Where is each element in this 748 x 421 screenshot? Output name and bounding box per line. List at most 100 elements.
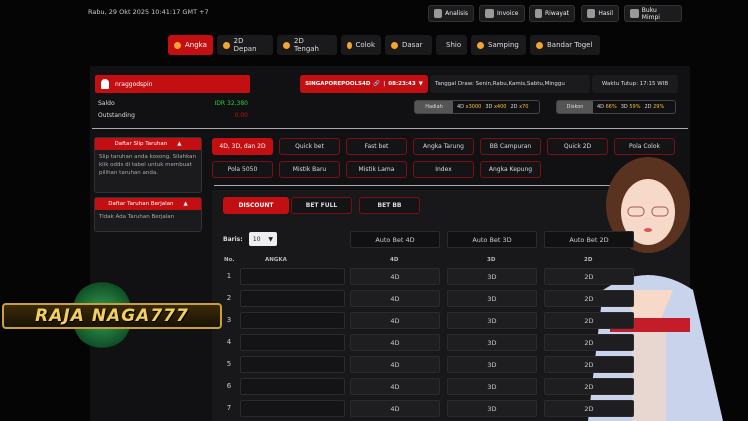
angka-input[interactable]: [240, 356, 345, 373]
button-label: Buku Mimpi: [641, 6, 660, 21]
tab-samping[interactable]: Samping: [471, 35, 526, 55]
bet-input-3d[interactable]: 3D: [447, 268, 537, 285]
tab-bandar-togel[interactable]: Bandar Togel: [530, 35, 600, 55]
bet-input-4d[interactable]: 4D: [350, 334, 440, 351]
ongoing-panel: Daftar Taruhan Berjalan ▲ Tidak Ada Taruh…: [94, 197, 202, 232]
coin-icon: [536, 41, 543, 49]
game-tab[interactable]: Quick 2D: [547, 138, 608, 155]
draw-days: Tanggal Draw: Senin,Rabu,Kamis,Sabtu,Min…: [430, 75, 590, 93]
divider: [92, 128, 688, 129]
market-name: SINGAPOREPOOLS4D: [305, 81, 371, 87]
hadiah-box: Hadiah 4D x3000 3D x400 2D x70: [414, 100, 540, 114]
balance-info: Saldo IDR 32,380 Outstanding 0.00: [98, 98, 248, 122]
tab-label: Samping: [488, 41, 519, 49]
bet-input-2d[interactable]: 2D: [544, 356, 634, 373]
row-number: 3: [226, 316, 232, 324]
ongoing-title: Daftar Taruhan Berjalan: [108, 201, 174, 207]
bet-input-2d[interactable]: 2D: [544, 378, 634, 395]
riwayat-button[interactable]: Riwayat: [529, 5, 575, 22]
tab-2d-depan[interactable]: 2D Depan: [217, 35, 273, 55]
tab-2d-tengah[interactable]: 2D Tengah: [277, 35, 337, 55]
auto-bet-button[interactable]: Auto Bet 3D: [447, 231, 537, 248]
bet-mode-bet-full[interactable]: BET FULL: [291, 197, 352, 214]
user-icon: [101, 79, 109, 89]
row-number: 1: [226, 272, 232, 280]
tab-label: Shio: [446, 41, 462, 49]
bet-input-4d[interactable]: 4D: [350, 290, 440, 307]
baris-label: Baris:: [223, 236, 243, 243]
game-tab[interactable]: Fast bet: [346, 138, 407, 155]
buku-mimpi-button[interactable]: Buku Mimpi: [624, 5, 682, 22]
slip-header[interactable]: Daftar Slip Taruhan ▲: [95, 138, 201, 150]
ongoing-text: Tidak Ada Taruhan Berjalan: [99, 214, 175, 220]
game-tab[interactable]: Pola Colok: [614, 138, 675, 155]
bet-input-3d[interactable]: 3D: [447, 334, 537, 351]
game-tab[interactable]: Angka Kepung: [480, 161, 541, 178]
slip-text: Slip taruhan anda kosong. Silahkan klik …: [99, 154, 197, 176]
hasil-button[interactable]: Hasil: [581, 5, 619, 22]
bet-input-2d[interactable]: 2D: [544, 290, 634, 307]
bet-input-3d[interactable]: 3D: [447, 356, 537, 373]
baris-select[interactable]: 10 ▼: [249, 232, 277, 246]
tab-label: Bandar Togel: [547, 41, 593, 49]
game-tab[interactable]: Pola 5050: [212, 161, 273, 178]
angka-input[interactable]: [240, 400, 345, 417]
tab-shio[interactable]: Shio: [436, 35, 467, 55]
collapse-icon: ▲: [177, 141, 182, 147]
tab-label: 2D Depan: [233, 37, 257, 53]
game-tab[interactable]: Angka Tarung: [413, 138, 474, 155]
tab-label: Angka: [185, 41, 207, 49]
bet-input-4d[interactable]: 4D: [350, 312, 440, 329]
angka-input[interactable]: [240, 312, 345, 329]
bet-input-3d[interactable]: 3D: [447, 400, 537, 417]
bet-mode-discount[interactable]: DISCOUNT: [223, 197, 289, 214]
angka-input[interactable]: [240, 334, 345, 351]
game-tab[interactable]: Mistik Lama: [346, 161, 407, 178]
invoice-button[interactable]: Invoice: [479, 5, 525, 22]
slip-panel: Daftar Slip Taruhan ▲ Slip taruhan anda k…: [94, 137, 202, 193]
bet-input-2d[interactable]: 2D: [544, 268, 634, 285]
bet-input-3d[interactable]: 3D: [447, 378, 537, 395]
bet-input-4d[interactable]: 4D: [350, 356, 440, 373]
button-label: Invoice: [497, 10, 519, 17]
bet-mode-bet-bb[interactable]: BET BB: [359, 197, 420, 214]
game-tab[interactable]: 4D, 3D, dan 2D: [212, 138, 273, 155]
hadiah-2D: 2D x70: [510, 104, 529, 110]
game-tab[interactable]: BB Campuran: [480, 138, 541, 155]
angka-input[interactable]: [240, 268, 345, 285]
coin-icon: [283, 41, 290, 49]
angka-input[interactable]: [240, 290, 345, 307]
coin-icon: [391, 41, 398, 49]
bet-input-2d[interactable]: 2D: [544, 334, 634, 351]
market-select[interactable]: SINGAPOREPOOLS4D 🔗 | 08:23:43 ▼: [300, 75, 428, 93]
user-header[interactable]: nraggodspin: [95, 75, 250, 93]
saldo-label: Saldo: [98, 100, 115, 107]
auto-bet-button[interactable]: Auto Bet 2D: [544, 231, 634, 248]
analisis-button[interactable]: Analisis: [428, 5, 474, 22]
tab-angka[interactable]: Angka: [168, 35, 213, 55]
row-number: 2: [226, 294, 232, 302]
outstanding-value: 0.00: [234, 112, 248, 119]
tab-colok[interactable]: Colok: [341, 35, 381, 55]
ongoing-header[interactable]: Daftar Taruhan Berjalan ▲: [95, 198, 201, 210]
game-tab[interactable]: Index: [413, 161, 474, 178]
game-tab[interactable]: Quick bet: [279, 138, 340, 155]
bet-input-4d[interactable]: 4D: [350, 400, 440, 417]
bet-input-2d[interactable]: 2D: [544, 400, 634, 417]
game-tab[interactable]: Mistik Baru: [279, 161, 340, 178]
hadiah-3D: 3D x400: [485, 104, 507, 110]
bet-input-4d[interactable]: 4D: [350, 268, 440, 285]
bet-input-3d[interactable]: 3D: [447, 290, 537, 307]
auto-bet-button[interactable]: Auto Bet 4D: [350, 231, 440, 248]
saldo-value: IDR 32,380: [214, 100, 248, 107]
tab-dasar[interactable]: Dasar: [385, 35, 432, 55]
angka-input[interactable]: [240, 378, 345, 395]
chevron-down-icon: ▼: [418, 81, 423, 87]
coin-icon: [174, 41, 181, 49]
diskon-4D: 4D 66%: [597, 104, 617, 110]
bet-input-2d[interactable]: 2D: [544, 312, 634, 329]
bet-input-3d[interactable]: 3D: [447, 312, 537, 329]
bet-input-4d[interactable]: 4D: [350, 378, 440, 395]
invoice-icon: [485, 9, 494, 18]
raja-naga-logo: RAJA NAGA777: [2, 280, 222, 350]
